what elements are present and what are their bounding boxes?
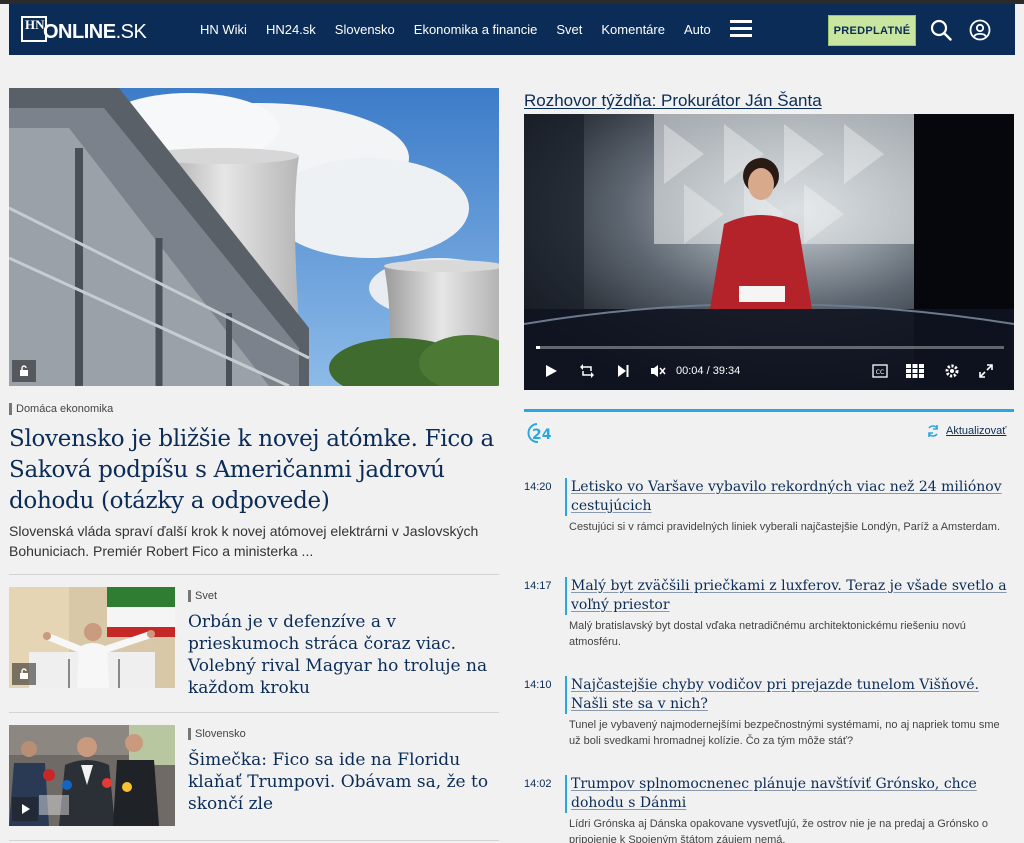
mute-icon[interactable] xyxy=(650,364,666,378)
lead-perex: Slovenská vláda spraví ďalší krok k nove… xyxy=(9,523,479,559)
article-image[interactable] xyxy=(9,725,175,826)
logo-wordmark: ONLINE.SK xyxy=(43,20,147,43)
subtitles-icon[interactable]: CC xyxy=(872,364,888,378)
feed-item-title[interactable]: Najčastejšie chyby vodičov pri prejazde … xyxy=(565,676,1010,714)
hn24-logo-icon[interactable]: 24 xyxy=(524,421,556,445)
subscribe-button[interactable]: PREDPLATNÉ xyxy=(828,15,916,46)
feed-item-title[interactable]: Trumpov splnomocnenec plánuje navštíviť … xyxy=(565,775,1010,813)
article-title[interactable]: Šimečka: Fico sa ide na Floridu klaňať T… xyxy=(188,749,503,815)
lead-category[interactable]: Domáca ekonomika xyxy=(9,403,113,415)
feed-item-text: Cestujúci si v rámci pravidelných liniek… xyxy=(569,521,1001,533)
nav-auto[interactable]: Auto xyxy=(684,22,711,37)
nav-hn24[interactable]: HN24.sk xyxy=(266,22,316,37)
article-category[interactable]: Slovensko xyxy=(188,728,246,740)
feed-item-time: 14:02 xyxy=(524,778,552,790)
user-account-icon[interactable] xyxy=(969,19,991,41)
video-player[interactable]: 00:04 / 39:34 CC xyxy=(524,114,1014,390)
lead-title[interactable]: Slovensko je bližšie k novej atómke. Fic… xyxy=(9,424,504,517)
refresh-icon xyxy=(928,425,938,437)
nav-slovensko[interactable]: Slovensko xyxy=(335,22,395,37)
menu-icon[interactable] xyxy=(730,20,752,38)
feed-top-bar xyxy=(524,409,1014,412)
site-header: HN ONLINE.SK HN Wiki HN24.sk Slovensko E… xyxy=(9,4,1015,55)
feed-item-time: 14:17 xyxy=(524,580,552,592)
video-time: 00:04 / 39:34 xyxy=(676,365,741,377)
article-category[interactable]: Svet xyxy=(188,590,217,602)
divider xyxy=(9,840,499,841)
nav-ekonomika[interactable]: Ekonomika a financie xyxy=(414,22,538,37)
video-progress-bar[interactable] xyxy=(536,346,1004,349)
search-icon[interactable] xyxy=(930,19,952,41)
feed-item-title[interactable]: Malý byt zväčšili priečkami z luxferov. … xyxy=(565,577,1010,615)
play-icon[interactable] xyxy=(12,797,38,821)
refresh-button[interactable]: Aktualizovať xyxy=(926,424,1006,438)
feed-item-title[interactable]: Letisko vo Varšave vybavilo rekordných v… xyxy=(565,478,1010,516)
article-title[interactable]: Orbán je v defenzíve a v prieskumoch str… xyxy=(188,611,503,699)
lock-icon xyxy=(12,360,36,382)
article-image[interactable] xyxy=(9,587,175,688)
nav-svet[interactable]: Svet xyxy=(556,22,582,37)
feed-item-text: Lídri Grónska aj Dánska opakovane vysvet… xyxy=(569,818,988,843)
fullscreen-icon[interactable] xyxy=(979,364,993,378)
nav-hn-wiki[interactable]: HN Wiki xyxy=(200,22,247,37)
feed-item-time: 14:10 xyxy=(524,679,552,691)
svg-text:CC: CC xyxy=(876,369,884,376)
replay-icon[interactable] xyxy=(579,363,595,379)
grid-icon[interactable] xyxy=(906,364,924,378)
feed-item-text: Malý bratislavský byt dostal vďaka netra… xyxy=(569,620,966,648)
main-nav: HN Wiki HN24.sk Slovensko Ekonomika a fi… xyxy=(200,4,730,55)
divider xyxy=(9,712,499,713)
lead-article-image[interactable] xyxy=(9,88,499,386)
svg-text:24: 24 xyxy=(532,427,552,443)
logo-hn-box: HN xyxy=(21,16,47,42)
site-logo[interactable]: HN ONLINE.SK xyxy=(21,15,147,43)
settings-icon[interactable] xyxy=(944,363,960,379)
video-heading[interactable]: Rozhovor týždňa: Prokurátor Ján Šanta xyxy=(524,91,822,111)
nav-komentare[interactable]: Komentáre xyxy=(601,22,665,37)
lock-icon xyxy=(12,663,36,685)
divider xyxy=(9,574,499,575)
next-icon[interactable] xyxy=(616,364,630,378)
play-icon[interactable] xyxy=(544,364,558,378)
feed-item-time: 14:20 xyxy=(524,481,552,493)
feed-item-text: Tunel je vybavený najmodernejšími bezpeč… xyxy=(569,719,1000,747)
